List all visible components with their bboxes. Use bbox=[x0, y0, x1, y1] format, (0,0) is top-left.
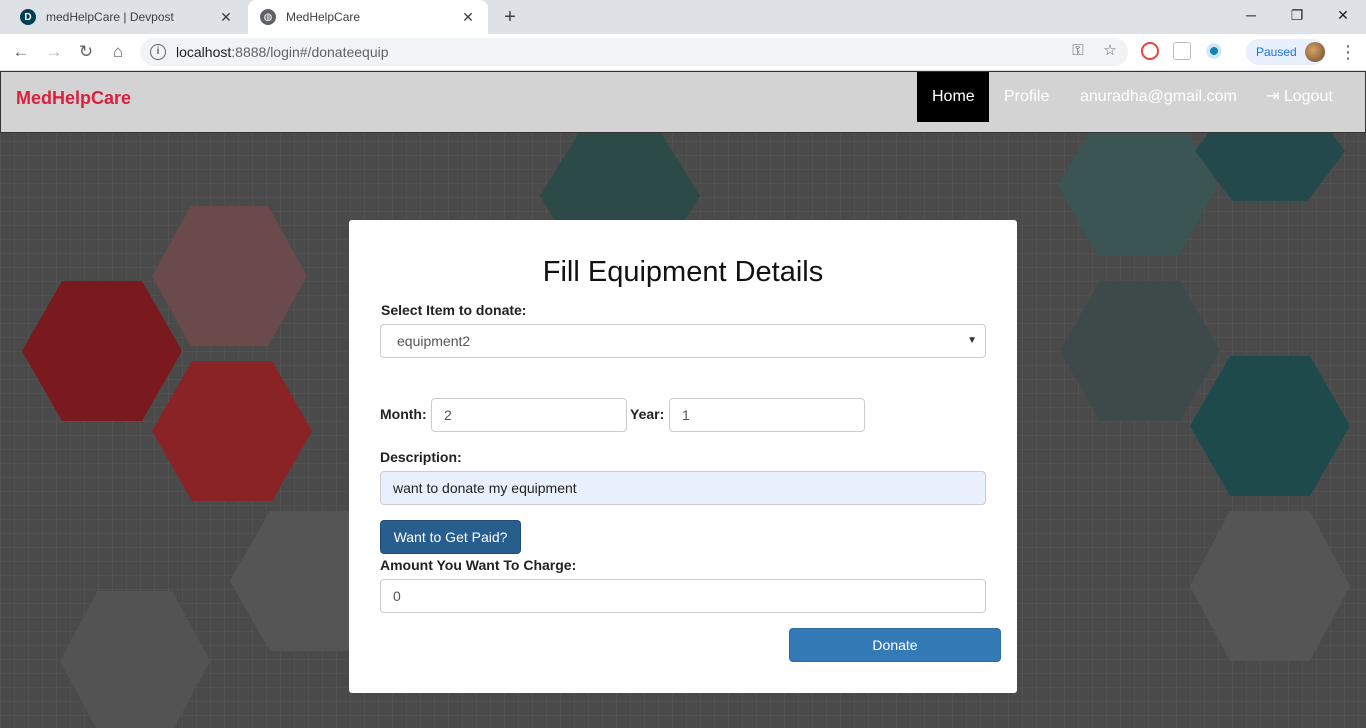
brand-logo[interactable]: MedHelpCare bbox=[16, 88, 131, 109]
form-title: Fill Equipment Details bbox=[542, 256, 824, 288]
back-arrow-icon[interactable]: ← bbox=[9, 40, 33, 64]
year-label: Year: bbox=[630, 406, 665, 422]
want-to-get-paid-button[interactable]: Want to Get Paid? bbox=[380, 520, 521, 554]
reload-icon[interactable]: ↻ bbox=[74, 40, 98, 64]
forward-arrow-icon[interactable]: → bbox=[42, 40, 66, 64]
month-label: Month: bbox=[380, 406, 427, 422]
url-host: localhost bbox=[176, 44, 232, 60]
close-window-icon[interactable]: ✕ bbox=[1320, 4, 1366, 26]
amount-input[interactable]: 0 bbox=[380, 579, 986, 613]
item-select-value: equipment2 bbox=[397, 333, 471, 349]
background-hexagon bbox=[152, 206, 307, 346]
profile-button[interactable]: Paused bbox=[1246, 39, 1326, 65]
dropdown-caret-icon: ▼ bbox=[967, 335, 977, 346]
extension-block-icon[interactable] bbox=[1141, 42, 1159, 60]
profile-status: Paused bbox=[1256, 45, 1297, 59]
nav-logout-link[interactable]: ⇥ Logout bbox=[1251, 72, 1348, 122]
item-label: Select Item to donate: bbox=[381, 302, 527, 318]
close-tab-icon[interactable]: ✕ bbox=[460, 9, 476, 25]
restore-icon[interactable]: ❐ bbox=[1274, 4, 1320, 26]
tab-title: medHelpCare | Devpost bbox=[46, 10, 174, 24]
address-bar[interactable]: i localhost:8888/login#/donateequip bbox=[140, 38, 1128, 66]
minimize-icon[interactable]: ─ bbox=[1228, 4, 1274, 26]
background-hexagon bbox=[1190, 511, 1350, 661]
tab-title: MedHelpCare bbox=[286, 10, 361, 24]
logout-icon: ⇥ bbox=[1266, 88, 1284, 105]
bookmark-star-icon[interactable]: ☆ bbox=[1099, 40, 1121, 62]
nav-home-link[interactable]: Home bbox=[917, 72, 989, 122]
browser-tab-devpost[interactable]: D medHelpCare | Devpost ✕ bbox=[8, 0, 246, 34]
logout-label: Logout bbox=[1283, 88, 1333, 105]
browser-tab-medhelpcare[interactable]: ◍ MedHelpCare ✕ bbox=[248, 0, 488, 34]
close-tab-icon[interactable]: ✕ bbox=[218, 9, 234, 25]
info-icon[interactable]: i bbox=[150, 44, 166, 60]
background-hexagon bbox=[1058, 116, 1218, 256]
key-icon[interactable]: ⚿ bbox=[1067, 40, 1089, 62]
background-hexagon bbox=[22, 281, 182, 421]
description-input[interactable]: want to donate my equipment bbox=[380, 471, 986, 505]
app-navbar: MedHelpCare Home Profile anuradha@gmail.… bbox=[0, 71, 1366, 133]
browser-tabstrip: D medHelpCare | Devpost ✕ ◍ MedHelpCare … bbox=[0, 0, 1366, 34]
page-viewport: MedHelpCare Home Profile anuradha@gmail.… bbox=[0, 71, 1366, 728]
equipment-form-card: Fill Equipment Details Select Item to do… bbox=[349, 220, 1017, 693]
background-hexagon bbox=[152, 361, 312, 501]
browser-toolbar: ← → ↻ ⌂ i localhost:8888/login#/donateeq… bbox=[0, 34, 1366, 71]
extension-eye-icon[interactable] bbox=[1205, 42, 1223, 60]
background-hexagon bbox=[1190, 356, 1350, 496]
nav-profile-link[interactable]: Profile bbox=[989, 72, 1064, 122]
home-icon[interactable]: ⌂ bbox=[106, 40, 130, 64]
browser-menu-icon[interactable]: ⋮ bbox=[1338, 40, 1358, 64]
background-hexagon bbox=[60, 591, 210, 728]
year-input[interactable]: 1 bbox=[669, 398, 865, 432]
amount-label: Amount You Want To Charge: bbox=[380, 557, 577, 573]
month-input[interactable]: 2 bbox=[431, 398, 627, 432]
devpost-favicon-icon: D bbox=[20, 9, 36, 25]
description-label: Description: bbox=[380, 449, 462, 465]
item-select[interactable]: equipment2 ▼ bbox=[380, 324, 986, 358]
url-path: :8888/login#/donateequip bbox=[231, 44, 389, 60]
background-hexagon bbox=[1060, 281, 1220, 421]
extension-page-icon[interactable] bbox=[1173, 42, 1191, 60]
globe-icon: ◍ bbox=[260, 9, 276, 25]
avatar bbox=[1304, 42, 1325, 62]
nav-email-link[interactable]: anuradha@gmail.com bbox=[1065, 72, 1252, 122]
donate-button[interactable]: Donate bbox=[789, 628, 1001, 662]
new-tab-button[interactable]: + bbox=[499, 6, 521, 28]
